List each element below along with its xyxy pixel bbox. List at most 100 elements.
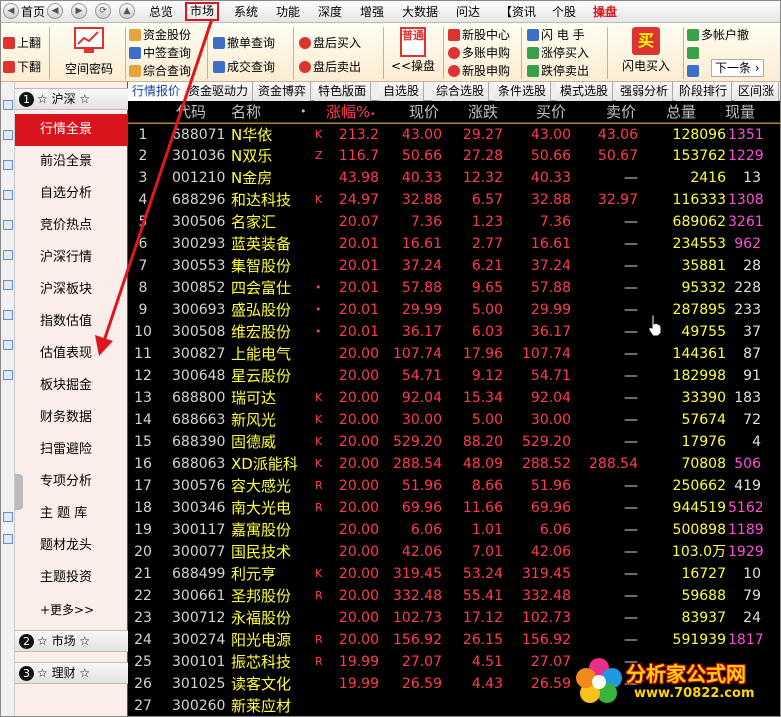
combined-query-button[interactable]: 综合查询 — [129, 63, 191, 79]
tab-special-layout[interactable]: 特色版面 — [314, 82, 372, 101]
strip-icon[interactable] — [3, 512, 13, 522]
table-row[interactable]: 17 300576 容大感光 R 20.00 51.96 8.66 51.96 — 250662 4… — [128, 475, 780, 497]
tab-condition-select[interactable]: 条件选股 — [494, 82, 552, 101]
menu-trade[interactable]: 操盘 — [593, 4, 617, 20]
arrow-left-icon[interactable]: ◀ — [47, 3, 63, 19]
menu-bigdata[interactable]: 大数据 — [402, 4, 438, 20]
sidebar-item-quote-overview[interactable]: 行情全景 — [15, 114, 128, 146]
table-row[interactable]: 12 300648 星云股份 20.00 54.71 9.12 54.71 — 182998 91 — [128, 365, 780, 387]
sidebar-item-market[interactable]: 沪深行情 — [15, 242, 128, 274]
tab-watchlist[interactable]: 自选股 — [379, 82, 425, 101]
menu-wenda[interactable]: 问达 — [456, 4, 480, 20]
table-row[interactable]: 1 688071 N华依 K 213.2 43.00 29.27 43.00 43.06 1280… — [128, 123, 780, 145]
funds-button[interactable]: 资金股份 — [129, 27, 191, 43]
table-row[interactable]: 21 688499 利元亨 K 20.00 319.45 53.24 319.45 — 16727… — [128, 563, 780, 585]
normal-trade-button[interactable]: 普通 <<操盘 — [389, 27, 437, 74]
table-row[interactable]: 3 001210 N金房 43.98 40.33 12.32 40.33 — 2416 13 — [128, 167, 780, 189]
tab-fund-game[interactable]: 资金博弈 — [254, 82, 312, 101]
sidebar-item-theme-leaders[interactable]: 题材龙头 — [15, 530, 128, 562]
sidebar-item-index-valuation[interactable]: 指数估值 — [15, 306, 128, 338]
menu-stock[interactable]: 个股 — [552, 4, 576, 20]
menu-market[interactable]: 市场 — [185, 2, 220, 21]
section-hushen[interactable]: 1 ☆ 沪深 ☆ — [15, 88, 128, 110]
menu-overview[interactable]: 总览 — [149, 4, 173, 20]
table-row[interactable]: 7 300553 集智股份 20.01 37.24 6.21 37.24 — 35881 28 — [128, 255, 780, 277]
header-price[interactable]: 现价 — [409, 101, 439, 123]
section-finance[interactable]: 3 ☆ 理财 ☆ — [15, 662, 128, 684]
strip-icon[interactable] — [3, 100, 13, 110]
header-ask[interactable]: 卖价 — [606, 101, 636, 123]
strip-icon[interactable] — [3, 534, 13, 544]
tab-stage-rank[interactable]: 阶段排行 — [675, 82, 733, 101]
table-row[interactable]: 10 300508 维宏股份 • 20.01 36.17 6.03 36.17—49755 37 — [128, 321, 780, 343]
sidebar-item-themes[interactable]: 主 题 库 — [15, 498, 128, 530]
strip-icon[interactable] — [3, 130, 13, 140]
table-row[interactable]: 13 688800 瑞可达 K 20.00 92.04 15.34 92.04 — 33390 18… — [128, 387, 780, 409]
strip-icon[interactable] — [3, 190, 13, 200]
close-tool-button[interactable] — [687, 63, 707, 79]
strip-icon[interactable] — [3, 280, 13, 290]
menu-depth[interactable]: 深度 — [318, 4, 342, 20]
strip-icon[interactable] — [3, 310, 13, 320]
ipo-subscribe-button[interactable]: 新股申购 — [448, 63, 510, 79]
page-up-button[interactable]: 上翻 — [3, 35, 41, 51]
after-hours-buy-button[interactable]: 盘后买入 — [299, 35, 361, 51]
table-row[interactable]: 14 688663 新风光 K 20.00 30.00 5.00 30.00 — 57674 72 — [128, 409, 780, 431]
strip-icon[interactable] — [3, 340, 13, 350]
flash-hand-button[interactable]: 闪 电 手 — [527, 27, 585, 43]
menu-news[interactable]: 【资讯 — [500, 4, 536, 20]
tab-strength[interactable]: 强弱分析 — [616, 82, 674, 101]
header-change[interactable]: 涨跌 — [468, 101, 498, 123]
section-market[interactable]: 2 ☆ 市场 ☆ — [15, 630, 128, 652]
table-row[interactable]: 6 300293 蓝英装备 20.01 16.61 2.77 16.61 — 234553 962 — [128, 233, 780, 255]
space-code-button[interactable]: 空间密码 — [57, 27, 121, 77]
sidebar-item-financials[interactable]: 财务数据 — [15, 402, 128, 434]
lottery-button[interactable]: 中签查询 — [129, 45, 191, 61]
header-current-volume[interactable]: 现量 — [725, 101, 755, 123]
header-name[interactable]: 名称 — [231, 101, 261, 123]
collapse-handle[interactable] — [15, 474, 23, 510]
table-row[interactable]: 23 300712 永福股份 20.00 102.73 17.12 102.73 — 83937… — [128, 607, 780, 629]
up-icon[interactable]: ▲ — [119, 3, 135, 19]
table-row[interactable]: 24 300274 阳光电源 R 20.00 156.92 26.15 156.92 — 5919… — [128, 629, 780, 651]
header-code[interactable]: 代码 — [176, 101, 206, 123]
header-bid[interactable]: 买价 — [536, 101, 566, 123]
sidebar-item-watchlist[interactable]: 自选分析 — [15, 178, 128, 210]
table-row[interactable]: 20 300077 国民技术 20.00 42.06 7.01 42.06 — 103.0万 19… — [128, 541, 780, 563]
menu-function[interactable]: 功能 — [276, 4, 300, 20]
sidebar-item-theme-invest[interactable]: 主题投资 — [15, 562, 128, 594]
table-row[interactable]: 4 688296 和达科技 K 24.97 32.88 6.57 32.88 32.97 1163… — [128, 189, 780, 211]
sidebar-more-link[interactable]: +更多>> — [15, 594, 128, 626]
tab-combined-select[interactable]: 综合选股 — [432, 82, 490, 101]
tab-quote[interactable]: 行情报价 — [128, 82, 186, 101]
table-row[interactable]: 16 688063 XD派能科 K 20.00 288.54 48.09 288.52 288.… — [128, 453, 780, 475]
tab-fund-drive[interactable]: 资金驱动力 — [184, 82, 254, 101]
strip-icon[interactable] — [3, 370, 13, 380]
table-row[interactable]: 9 300693 盛弘股份 • 20.01 29.99 5.00 29.99—287895 23… — [128, 299, 780, 321]
sidebar-item-valuation[interactable]: 估值表现 — [15, 338, 128, 370]
limit-up-buy-button[interactable]: 涨停买入 — [527, 45, 589, 61]
table-row[interactable]: 5 300506 名家汇 20.07 7.36 1.23 7.36 — 689062 3261 — [128, 211, 780, 233]
ipo-center-button[interactable]: 新股中心 — [448, 27, 510, 43]
multi-account-subscribe-button[interactable]: 多账申购 — [448, 45, 510, 61]
cancel-query-button[interactable]: 撤单查询 — [213, 35, 275, 51]
page-down-button[interactable]: 下翻 — [3, 59, 41, 75]
arrow-right-icon[interactable]: ▶ — [71, 3, 87, 19]
next-page-button[interactable]: 下一条 › — [711, 59, 764, 77]
sidebar-item-sectors[interactable]: 沪深板块 — [15, 274, 128, 306]
strip-icon[interactable] — [3, 250, 13, 260]
back-icon[interactable]: ◀ — [3, 3, 19, 19]
limit-down-sell-button[interactable]: 跌停卖出 — [527, 63, 589, 79]
table-row[interactable]: 11 300827 上能电气 20.00 107.74 17.96 107.74 — 14436… — [128, 343, 780, 365]
table-row[interactable]: 15 688390 固德威 K 20.00 529.20 88.20 529.20 — 17976… — [128, 431, 780, 453]
table-row[interactable]: 18 300346 南大光电 R 20.00 69.96 11.66 69.96 — 944519… — [128, 497, 780, 519]
menu-system[interactable]: 系统 — [234, 4, 258, 20]
deal-query-button[interactable]: 成交查询 — [213, 59, 275, 75]
sidebar-item-frontier[interactable]: 前沿全景 — [15, 146, 128, 178]
tab-range[interactable]: 区间涨 — [734, 82, 780, 101]
table-row[interactable]: 8 300852 四会富仕 • 20.01 57.88 9.65 57.88 — 95332 228 — [128, 277, 780, 299]
table-row[interactable]: 19 300117 嘉寓股份 20.00 6.06 1.01 6.06 — 500898 1189 — [128, 519, 780, 541]
sidebar-item-special[interactable]: 专项分析 — [15, 466, 128, 498]
sidebar-item-sector-mining[interactable]: 板块掘金 — [15, 370, 128, 402]
header-volume[interactable]: 总量 — [666, 101, 696, 123]
